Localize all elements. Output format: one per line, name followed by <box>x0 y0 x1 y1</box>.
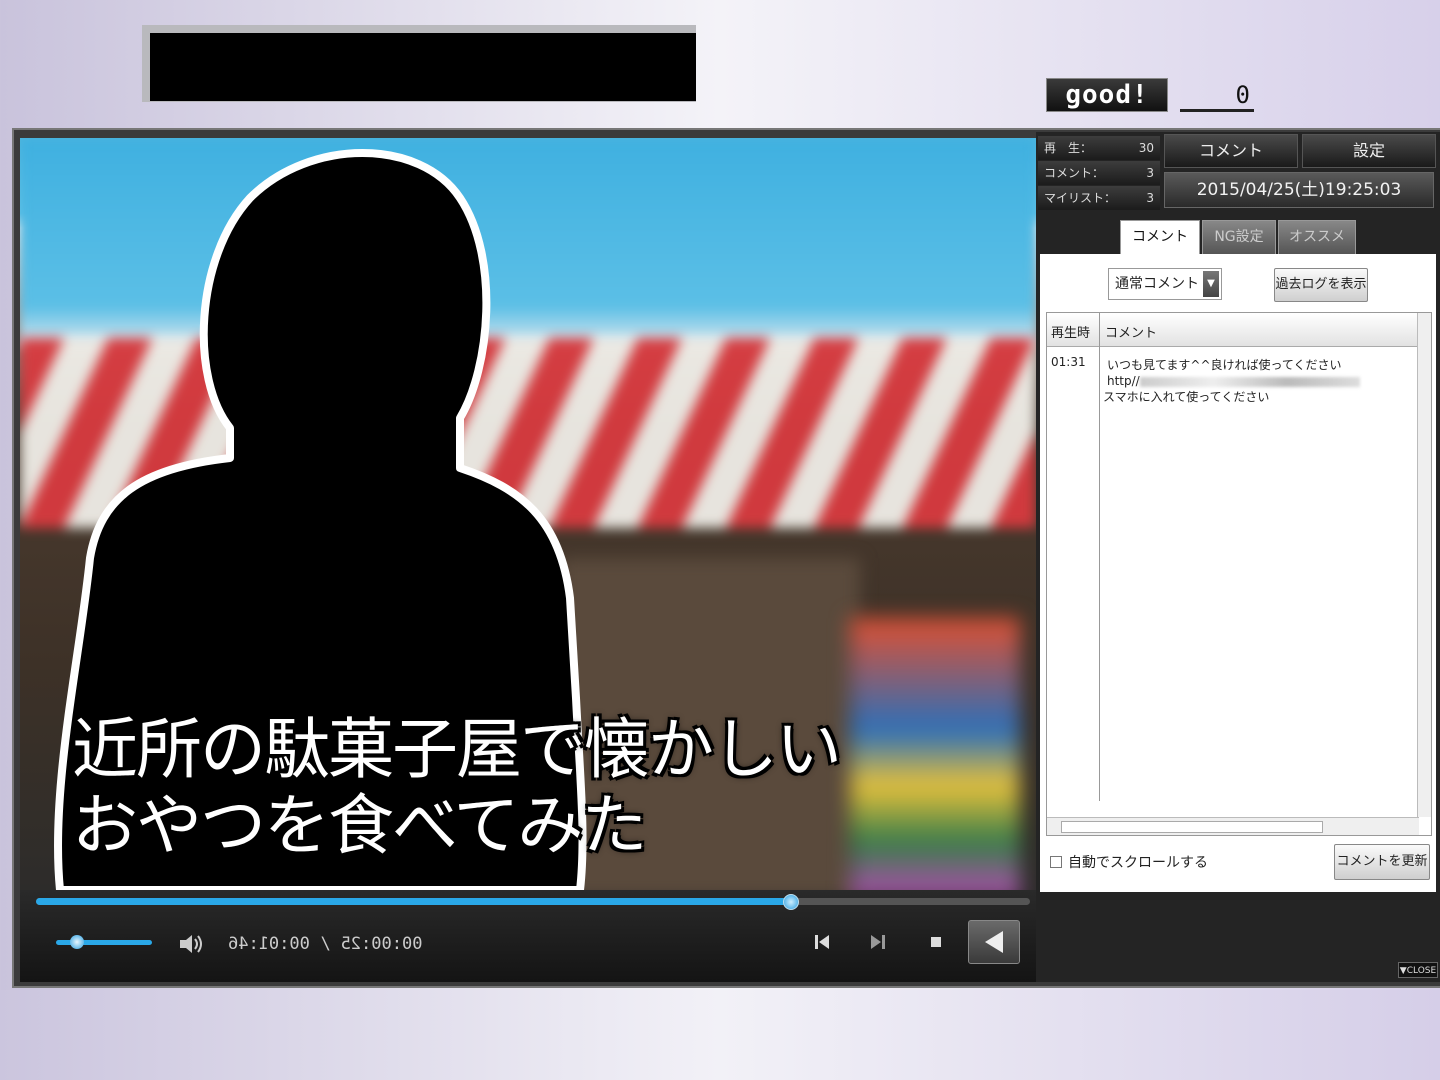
seek-bar[interactable] <box>36 898 1030 905</box>
play-reverse-icon <box>985 931 1003 953</box>
previous-icon[interactable] <box>810 930 834 954</box>
row-comment: いつも見てます^^良ければ使ってください http// スマホに入れて使ってくだ… <box>1103 357 1360 405</box>
player-controls: 00:00:25 / 00:01:46 <box>20 890 1036 982</box>
stat-plays: 再 生： 30 <box>1038 136 1160 160</box>
vertical-scrollbar[interactable] <box>1417 313 1431 817</box>
volume-knob[interactable] <box>70 935 84 949</box>
stat-mylist-value: 3 <box>1146 191 1154 205</box>
tab-comment[interactable]: コメント <box>1120 220 1200 254</box>
title-redacted-bar <box>150 33 696 101</box>
stat-comments-label: コメント： <box>1044 166 1105 180</box>
row-time: 01:31 <box>1051 355 1086 369</box>
caption-line-1: 近所の駄菓子屋で懐かしい <box>72 711 842 788</box>
play-button[interactable] <box>968 920 1020 964</box>
good-button[interactable]: good! <box>1046 78 1168 112</box>
stop-icon[interactable] <box>924 930 948 954</box>
row-comment-line-1: いつも見てます^^良ければ使ってください <box>1107 358 1342 372</box>
comment-table-header: 再生時 コメント <box>1047 313 1419 347</box>
seek-knob[interactable] <box>783 894 800 910</box>
good-count: 0 <box>1180 78 1254 112</box>
column-header-time[interactable]: 再生時 <box>1051 322 1090 341</box>
bottom-strip <box>0 990 1440 1080</box>
stat-plays-value: 30 <box>1138 141 1154 155</box>
stat-comments: コメント： 3 <box>1038 161 1160 185</box>
stats-panel: 再 生： 30 コメント： 3 マイリスト： 3 <box>1038 136 1160 210</box>
comment-mode-select[interactable]: 通常コメント ▼ <box>1108 268 1222 300</box>
column-header-comment[interactable]: コメント <box>1105 322 1157 341</box>
tab-ng-settings[interactable]: NG設定 <box>1202 220 1276 254</box>
tab-recommend[interactable]: オススメ <box>1278 220 1356 254</box>
row-comment-url-prefix: http// <box>1107 374 1140 388</box>
comment-mode-value: 通常コメント <box>1115 276 1199 292</box>
datetime-display: 2015/04/25(土)19:25:03 <box>1164 172 1434 208</box>
past-log-button[interactable]: 過去ログを表示 <box>1274 268 1368 302</box>
horizontal-scrollbar[interactable] <box>1047 817 1419 835</box>
stat-mylist: マイリスト： 3 <box>1038 186 1160 210</box>
settings-button[interactable]: 設定 <box>1302 134 1436 168</box>
close-button[interactable]: ▼CLOSE <box>1398 962 1438 978</box>
autoscroll-option[interactable]: 自動でスクロールする <box>1050 852 1208 872</box>
caption-line-2: おやつを食べてみた <box>72 787 647 864</box>
autoscroll-checkbox[interactable] <box>1050 856 1062 868</box>
seek-progress <box>36 898 792 905</box>
stat-comments-value: 3 <box>1146 166 1154 180</box>
chevron-down-icon[interactable]: ▼ <box>1203 271 1219 297</box>
stat-mylist-label: マイリスト： <box>1044 191 1117 205</box>
row-comment-line-2: http// <box>1107 373 1360 389</box>
comment-panel: 通常コメント ▼ 過去ログを表示 再生時 コメント 01:31 いつも見てます^… <box>1040 254 1436 892</box>
next-icon[interactable] <box>866 930 890 954</box>
video-caption: 近所の駄菓子屋で懐かしい おやつを食べてみた <box>72 712 972 864</box>
horizontal-scroll-thumb[interactable] <box>1061 821 1323 833</box>
blurred-url <box>1139 376 1360 387</box>
speaker-icon[interactable] <box>178 932 204 956</box>
comment-toggle-button[interactable]: コメント <box>1164 134 1298 168</box>
comment-table: 再生時 コメント 01:31 いつも見てます^^良ければ使ってください http… <box>1046 312 1432 836</box>
autoscroll-label: 自動でスクロールする <box>1068 855 1208 871</box>
row-comment-line-3: スマホに入れて使ってください <box>1103 390 1270 404</box>
column-separator <box>1099 313 1100 801</box>
refresh-comments-button[interactable]: コメントを更新 <box>1334 844 1430 880</box>
time-display: 00:00:25 / 00:01:46 <box>228 934 423 954</box>
stat-plays-label: 再 生： <box>1044 141 1093 155</box>
